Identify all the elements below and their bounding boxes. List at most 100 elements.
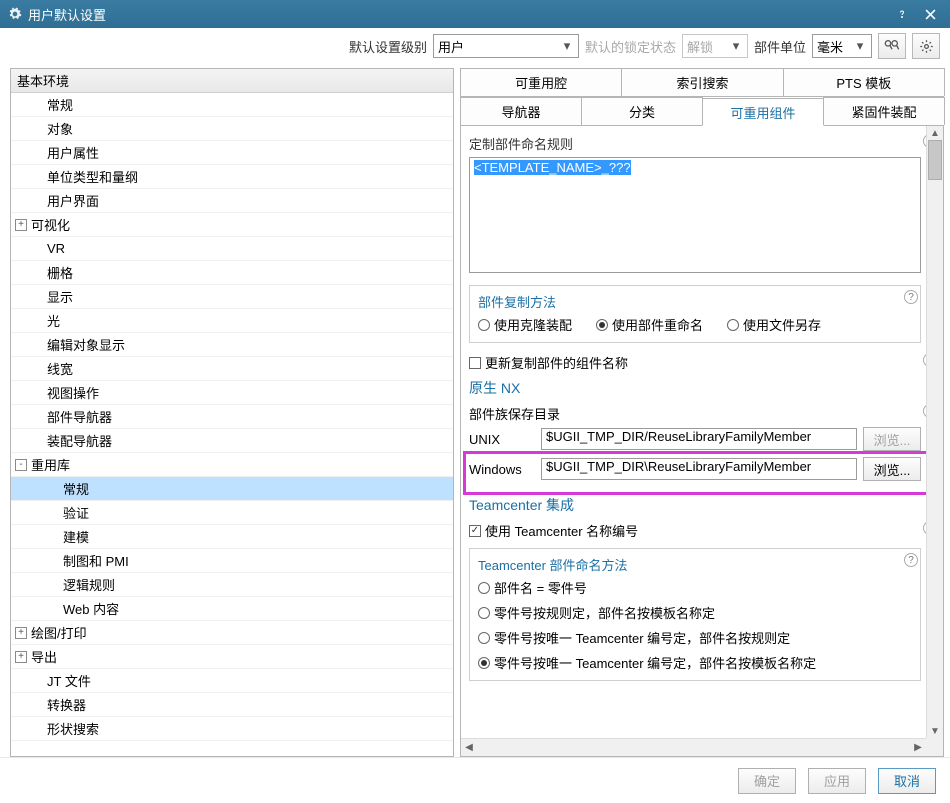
scroll-thumb[interactable] <box>928 140 942 180</box>
copy-method-group: ? 部件复制方法 使用克隆装配使用部件重命名使用文件另存 <box>469 285 921 343</box>
tree-node[interactable]: + 可视化 <box>11 213 453 237</box>
close-button[interactable] <box>916 3 944 25</box>
tree-node[interactable]: 转换器 <box>11 693 453 717</box>
tree-node-label: JT 文件 <box>47 671 91 690</box>
tab[interactable]: 导航器 <box>460 97 582 125</box>
tree-node-label: 绘图/打印 <box>31 623 87 642</box>
tree-node-label: 线宽 <box>47 359 73 378</box>
tree-node[interactable]: 建模 <box>11 525 453 549</box>
tab[interactable]: 索引搜索 <box>621 68 783 96</box>
tab[interactable]: PTS 模板 <box>783 68 945 96</box>
tabs-row-1: 可重用腔索引搜索PTS 模板 <box>460 68 944 97</box>
help-icon[interactable]: ? <box>904 553 918 567</box>
find-button[interactable] <box>878 33 906 59</box>
tree-node[interactable]: 编辑对象显示 <box>11 333 453 357</box>
cancel-button[interactable]: 取消 <box>878 768 936 794</box>
ok-button[interactable]: 确定 <box>738 768 796 794</box>
tree-node-label: 逻辑规则 <box>63 575 115 594</box>
tree-node[interactable]: 逻辑规则 <box>11 573 453 597</box>
radio-label: 使用部件重命名 <box>612 315 703 334</box>
unix-dir-input[interactable]: $UGII_TMP_DIR/ReuseLibraryFamilyMember <box>541 428 857 450</box>
tree-node[interactable]: VR <box>11 237 453 261</box>
tree-node[interactable]: -重用库 <box>11 453 453 477</box>
radio-option[interactable]: 使用克隆装配 <box>478 315 572 334</box>
tree-node-label: 单位类型和量纲 <box>47 167 138 186</box>
tree-toggle-icon[interactable]: - <box>15 459 27 471</box>
update-names-checkbox[interactable]: 更新复制部件的组件名称 <box>469 353 921 372</box>
tree-node-label: 形状搜索 <box>47 719 99 738</box>
tree-node[interactable]: 栅格 <box>11 261 453 285</box>
tab[interactable]: 分类 <box>581 97 703 125</box>
scroll-down-icon[interactable]: ▼ <box>927 724 943 738</box>
tree-toggle-icon[interactable]: + <box>15 651 27 663</box>
tree-node[interactable]: + 绘图/打印 <box>11 621 453 645</box>
radio-option[interactable]: 零件号按唯一 Teamcenter 编号定，部件名按模板名称定 <box>478 653 816 672</box>
scroll-left-icon[interactable]: ◀ <box>461 739 477 756</box>
tree-node[interactable]: JT 文件 <box>11 669 453 693</box>
windows-dir-input[interactable]: $UGII_TMP_DIR\ReuseLibraryFamilyMember <box>541 458 857 480</box>
tree-node[interactable]: 形状搜索 <box>11 717 453 741</box>
tree-node[interactable]: 单位类型和量纲 <box>11 165 453 189</box>
tree-node-label: 光 <box>47 311 60 330</box>
lock-combo: 解锁 ▾ <box>682 34 748 58</box>
category-tree[interactable]: 常规对象用户属性单位类型和量纲用户界面+可视化VR栅格显示光编辑对象显示线宽视图… <box>11 93 453 756</box>
tab[interactable]: 紧固件装配 <box>823 97 945 125</box>
tree-node[interactable]: 光 <box>11 309 453 333</box>
tree-node-label: 制图和 PMI <box>63 551 129 570</box>
tree-node-label: 部件导航器 <box>47 407 112 426</box>
help-icon[interactable]: ? <box>904 290 918 304</box>
scroll-up-icon[interactable]: ▲ <box>927 126 943 140</box>
settings-button[interactable] <box>912 33 940 59</box>
scroll-corner <box>926 738 943 756</box>
custom-rule-textarea[interactable]: <TEMPLATE_NAME>_??? <box>469 157 921 273</box>
radio-option[interactable]: 部件名 = 零件号 <box>478 578 587 597</box>
tree-node-label: 常规 <box>63 479 89 498</box>
tree-toggle-icon[interactable]: + <box>15 219 27 231</box>
toolbar: 默认设置级别 用户 ▾ 默认的锁定状态 解锁 ▾ 部件单位 毫米 ▾ <box>0 28 950 64</box>
horizontal-scrollbar[interactable]: ◀ ▶ <box>461 738 926 756</box>
vertical-scrollbar[interactable]: ▲ ▼ <box>926 126 943 738</box>
window-title: 用户默认设置 <box>28 5 888 24</box>
custom-rule-section: 定制部件命名规则 ? <TEMPLATE_NAME>_??? <box>469 134 921 273</box>
windows-browse-button[interactable]: 浏览... <box>863 457 921 481</box>
tree-toggle-icon[interactable]: + <box>15 627 27 639</box>
tree-node-label: 可视化 <box>31 215 70 234</box>
tree-node[interactable]: 用户属性 <box>11 141 453 165</box>
radio-option[interactable]: 使用文件另存 <box>727 315 821 334</box>
apply-button[interactable]: 应用 <box>808 768 866 794</box>
scroll-right-icon[interactable]: ▶ <box>910 739 926 756</box>
tree-node[interactable]: Web 内容 <box>11 597 453 621</box>
tree-node[interactable]: 显示 <box>11 285 453 309</box>
tree-node[interactable]: 常规 <box>11 93 453 117</box>
tree-node[interactable]: 常规 <box>11 477 453 501</box>
radio-option[interactable]: 使用部件重命名 <box>596 315 703 334</box>
tree-node[interactable]: 对象 <box>11 117 453 141</box>
tree-node[interactable]: 验证 <box>11 501 453 525</box>
tabs-row-2: 导航器分类可重用组件紧固件装配 <box>460 97 944 126</box>
level-combo[interactable]: 用户 ▾ <box>433 34 579 58</box>
tree-node-label: 装配导航器 <box>47 431 112 450</box>
tc-use-checkbox[interactable]: ✓ 使用 Teamcenter 名称编号 <box>469 521 921 540</box>
tree-node[interactable]: 装配导航器 <box>11 429 453 453</box>
tree-node-label: 建模 <box>63 527 89 546</box>
tree-node[interactable]: 线宽 <box>11 357 453 381</box>
chevron-down-icon: ▾ <box>729 38 743 54</box>
tree-node-label: 用户属性 <box>47 143 99 162</box>
tree-node[interactable]: 部件导航器 <box>11 405 453 429</box>
unit-combo[interactable]: 毫米 ▾ <box>812 34 872 58</box>
unit-label: 部件单位 <box>754 37 806 56</box>
tree-node[interactable]: +导出 <box>11 645 453 669</box>
tree-node[interactable]: 用户界面 <box>11 189 453 213</box>
tc-use-row: ? ✓ 使用 Teamcenter 名称编号 <box>469 521 921 540</box>
help-button[interactable] <box>888 3 916 25</box>
tree-node[interactable]: 制图和 PMI <box>11 549 453 573</box>
tree-node-label: 视图操作 <box>47 383 99 402</box>
windows-label: Windows <box>469 462 535 477</box>
radio-option[interactable]: 零件号按唯一 Teamcenter 编号定，部件名按规则定 <box>478 628 790 647</box>
tab[interactable]: 可重用腔 <box>460 68 622 96</box>
tree-node[interactable]: 视图操作 <box>11 381 453 405</box>
tab[interactable]: 可重用组件 <box>702 98 824 126</box>
tc-naming-legend: Teamcenter 部件命名方法 <box>478 555 912 574</box>
tree-node-label: 验证 <box>63 503 89 522</box>
radio-option[interactable]: 零件号按规则定，部件名按模板名称定 <box>478 603 715 622</box>
